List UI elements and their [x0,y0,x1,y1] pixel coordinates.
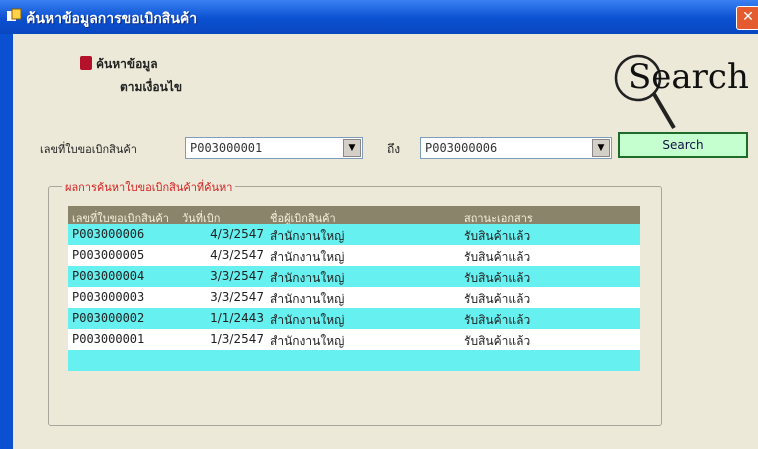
cell-date: 3/3/2547 [210,290,264,304]
request-number-label: เลขที่ใบขอเบิกสินค้า [40,143,137,156]
title-bar[interactable]: ค้นหาข้อมูลการขอเบิกสินค้า ✕ [0,0,758,34]
to-label: ถึง [387,142,401,156]
cell-requester: สำนักงานใหญ่ [270,292,345,306]
cell-requester: สำนักงานใหญ่ [270,334,345,348]
cell-id: P003000001 [72,332,145,346]
table-row-empty[interactable] [68,350,640,371]
cell-requester: สำนักงานใหญ่ [270,250,345,264]
cell-id: P003000006 [72,227,145,241]
table-header: เลขที่ใบขอเบิกสินค้า วันที่เบิก ชื่อผู้เ… [68,206,640,225]
cell-date: 4/3/2547 [210,227,264,241]
chevron-down-icon[interactable]: ▼ [592,139,610,157]
cell-status: รับสินค้าแล้ว [464,313,531,327]
from-number-value: P003000001 [190,141,263,155]
menu-subtitle: ตามเงื่อนไข [120,80,183,94]
chevron-down-icon[interactable]: ▼ [343,139,361,157]
cell-requester: สำนักงานใหญ่ [270,313,345,327]
cell-id: P003000002 [72,311,145,325]
window-frame [0,34,13,449]
cell-date: 1/1/2443 [210,311,264,325]
cell-date: 4/3/2547 [210,248,264,262]
table-row[interactable]: P003000003 3/3/2547 สำนักงานใหญ่ รับสินค… [68,287,640,308]
table-row[interactable]: P003000005 4/3/2547 สำนักงานใหญ่ รับสินค… [68,245,640,266]
from-number-combo[interactable]: P003000001 ▼ [185,137,363,159]
results-group-title: ผลการค้นหาใบขอเบิกสินค้าที่ค้นหา [62,178,236,196]
cell-status: รับสินค้าแล้ว [464,229,531,243]
table-row[interactable]: P003000004 3/3/2547 สำนักงานใหญ่ รับสินค… [68,266,640,287]
table-row[interactable]: P003000002 1/1/2443 สำนักงานใหญ่ รับสินค… [68,308,640,329]
cell-status: รับสินค้าแล้ว [464,250,531,264]
cell-date: 1/3/2547 [210,332,264,346]
cell-id: P003000003 [72,290,145,304]
to-number-combo[interactable]: P003000006 ▼ [420,137,612,159]
close-icon: ✕ [742,9,754,25]
search-logo-text: Search [628,57,749,97]
app-icon [7,8,22,21]
cell-requester: สำนักงานใหญ่ [270,229,345,243]
cell-id: P003000004 [72,269,145,283]
window-title: ค้นหาข้อมูลการขอเบิกสินค้า [26,11,198,27]
menu-title: ค้นหาข้อมูล [96,57,158,71]
table-row[interactable]: P003000001 1/3/2547 สำนักงานใหญ่ รับสินค… [68,329,640,350]
cell-status: รับสินค้าแล้ว [464,292,531,306]
cell-status: รับสินค้าแล้ว [464,271,531,285]
book-icon [80,56,92,70]
to-number-value: P003000006 [425,141,498,155]
cell-requester: สำนักงานใหญ่ [270,271,345,285]
cell-id: P003000005 [72,248,145,262]
table-row[interactable]: P003000006 4/3/2547 สำนักงานใหญ่ รับสินค… [68,224,640,245]
results-table[interactable]: เลขที่ใบขอเบิกสินค้า วันที่เบิก ชื่อผู้เ… [68,206,640,371]
close-button[interactable]: ✕ [736,6,758,30]
cell-status: รับสินค้าแล้ว [464,334,531,348]
app-window: ค้นหาข้อมูลการขอเบิกสินค้า ✕ ค้นหาข้อมูล… [0,0,758,449]
cell-date: 3/3/2547 [210,269,264,283]
search-button[interactable]: Search [618,132,748,158]
